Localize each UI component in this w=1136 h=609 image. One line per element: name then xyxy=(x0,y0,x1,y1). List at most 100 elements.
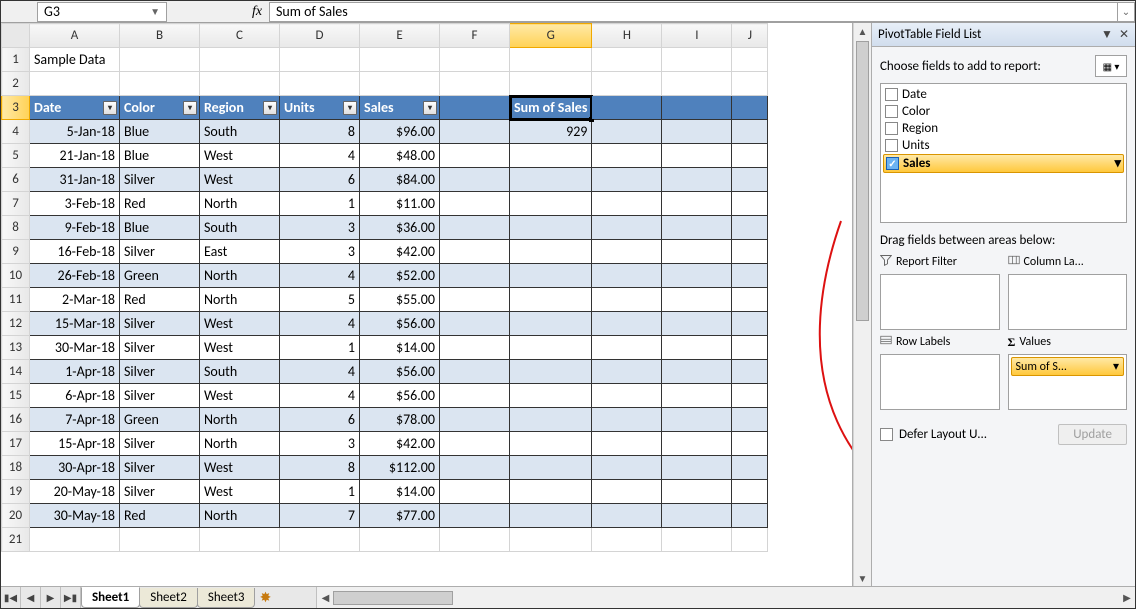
cell-D4[interactable]: 8 xyxy=(280,120,360,144)
scroll-right-icon[interactable]: ▶ xyxy=(1119,591,1135,604)
cell-C16[interactable]: North xyxy=(200,408,280,432)
cell-J11[interactable] xyxy=(732,288,768,312)
values-area[interactable]: Sum of S... ▾ xyxy=(1008,354,1128,410)
cell-D3[interactable]: Units xyxy=(280,96,360,120)
cell-D10[interactable]: 4 xyxy=(280,264,360,288)
cell-G13[interactable] xyxy=(510,336,592,360)
cell-C13[interactable]: West xyxy=(200,336,280,360)
filter-dropdown-icon[interactable] xyxy=(263,101,277,115)
cell-G15[interactable] xyxy=(510,384,592,408)
cell-F4[interactable] xyxy=(440,120,510,144)
filter-dropdown-icon[interactable] xyxy=(103,101,117,115)
cell-A1[interactable]: Sample Data xyxy=(30,48,120,72)
cell-E5[interactable]: $48.00 xyxy=(360,144,440,168)
cell-D18[interactable]: 8 xyxy=(280,456,360,480)
cell-E1[interactable] xyxy=(360,48,440,72)
vertical-scrollbar[interactable]: ▲ ▼ xyxy=(853,23,871,586)
checkbox-icon[interactable] xyxy=(885,139,898,152)
checkbox-icon[interactable] xyxy=(885,122,898,135)
cell-C8[interactable]: South xyxy=(200,216,280,240)
cell-A21[interactable] xyxy=(30,528,120,552)
cell-H21[interactable] xyxy=(592,528,662,552)
cell-B18[interactable]: Silver xyxy=(120,456,200,480)
cell-C17[interactable]: North xyxy=(200,432,280,456)
cell-D21[interactable] xyxy=(280,528,360,552)
cell-H5[interactable] xyxy=(592,144,662,168)
prev-sheet-button[interactable]: ◀ xyxy=(21,587,41,608)
cell-I20[interactable] xyxy=(662,504,732,528)
cell-J3[interactable] xyxy=(732,96,768,120)
row-header[interactable]: 1 xyxy=(2,48,30,72)
cell-I6[interactable] xyxy=(662,168,732,192)
cell-G2[interactable] xyxy=(510,72,592,96)
chevron-down-icon[interactable]: ▼ xyxy=(150,5,160,18)
defer-layout-checkbox[interactable] xyxy=(880,428,893,441)
cell-I3[interactable] xyxy=(662,96,732,120)
cell-H9[interactable] xyxy=(592,240,662,264)
cell-G21[interactable] xyxy=(510,528,592,552)
cell-I16[interactable] xyxy=(662,408,732,432)
filter-dropdown-icon[interactable] xyxy=(343,101,357,115)
cell-C5[interactable]: West xyxy=(200,144,280,168)
column-header-D[interactable]: D xyxy=(280,24,360,48)
row-header[interactable]: 17 xyxy=(2,432,30,456)
row-header[interactable]: 13 xyxy=(2,336,30,360)
cell-E10[interactable]: $52.00 xyxy=(360,264,440,288)
cell-D20[interactable]: 7 xyxy=(280,504,360,528)
sheet-tab-sheet1[interactable]: Sheet1 xyxy=(81,587,140,608)
cell-H19[interactable] xyxy=(592,480,662,504)
cell-C15[interactable]: West xyxy=(200,384,280,408)
row-header[interactable]: 7 xyxy=(2,192,30,216)
cell-A14[interactable]: 1-Apr-18 xyxy=(30,360,120,384)
cell-G6[interactable] xyxy=(510,168,592,192)
cell-J15[interactable] xyxy=(732,384,768,408)
filter-dropdown-icon[interactable] xyxy=(183,101,197,115)
cell-C14[interactable]: South xyxy=(200,360,280,384)
cell-B15[interactable]: Silver xyxy=(120,384,200,408)
field-item-sales[interactable]: ✓Sales▾ xyxy=(883,154,1124,173)
cell-C20[interactable]: North xyxy=(200,504,280,528)
cell-J7[interactable] xyxy=(732,192,768,216)
cell-G1[interactable] xyxy=(510,48,592,72)
cell-G8[interactable] xyxy=(510,216,592,240)
cell-J18[interactable] xyxy=(732,456,768,480)
chevron-down-icon[interactable]: ▾ xyxy=(1113,359,1119,374)
cell-I5[interactable] xyxy=(662,144,732,168)
column-header-A[interactable]: A xyxy=(30,24,120,48)
cell-J10[interactable] xyxy=(732,264,768,288)
cell-D14[interactable]: 4 xyxy=(280,360,360,384)
cell-G12[interactable] xyxy=(510,312,592,336)
cell-F10[interactable] xyxy=(440,264,510,288)
cell-B12[interactable]: Silver xyxy=(120,312,200,336)
cell-B10[interactable]: Green xyxy=(120,264,200,288)
cell-B7[interactable]: Red xyxy=(120,192,200,216)
row-header[interactable]: 19 xyxy=(2,480,30,504)
cell-H13[interactable] xyxy=(592,336,662,360)
cell-I17[interactable] xyxy=(662,432,732,456)
cell-G17[interactable] xyxy=(510,432,592,456)
field-item-units[interactable]: Units xyxy=(883,137,1124,154)
cell-A5[interactable]: 21-Jan-18 xyxy=(30,144,120,168)
row-header[interactable]: 15 xyxy=(2,384,30,408)
cell-H3[interactable] xyxy=(592,96,662,120)
cell-J16[interactable] xyxy=(732,408,768,432)
cell-F13[interactable] xyxy=(440,336,510,360)
cell-G9[interactable] xyxy=(510,240,592,264)
cell-J5[interactable] xyxy=(732,144,768,168)
cell-D7[interactable]: 1 xyxy=(280,192,360,216)
cell-J21[interactable] xyxy=(732,528,768,552)
cell-F21[interactable] xyxy=(440,528,510,552)
cell-I12[interactable] xyxy=(662,312,732,336)
row-header[interactable]: 6 xyxy=(2,168,30,192)
cell-I11[interactable] xyxy=(662,288,732,312)
cell-F1[interactable] xyxy=(440,48,510,72)
cell-F11[interactable] xyxy=(440,288,510,312)
filter-dropdown-icon[interactable] xyxy=(423,101,437,115)
cell-I2[interactable] xyxy=(662,72,732,96)
new-sheet-button[interactable]: ✸ xyxy=(254,587,276,608)
cell-I19[interactable] xyxy=(662,480,732,504)
cell-E2[interactable] xyxy=(360,72,440,96)
cell-B17[interactable]: Silver xyxy=(120,432,200,456)
cell-G20[interactable] xyxy=(510,504,592,528)
cell-H12[interactable] xyxy=(592,312,662,336)
